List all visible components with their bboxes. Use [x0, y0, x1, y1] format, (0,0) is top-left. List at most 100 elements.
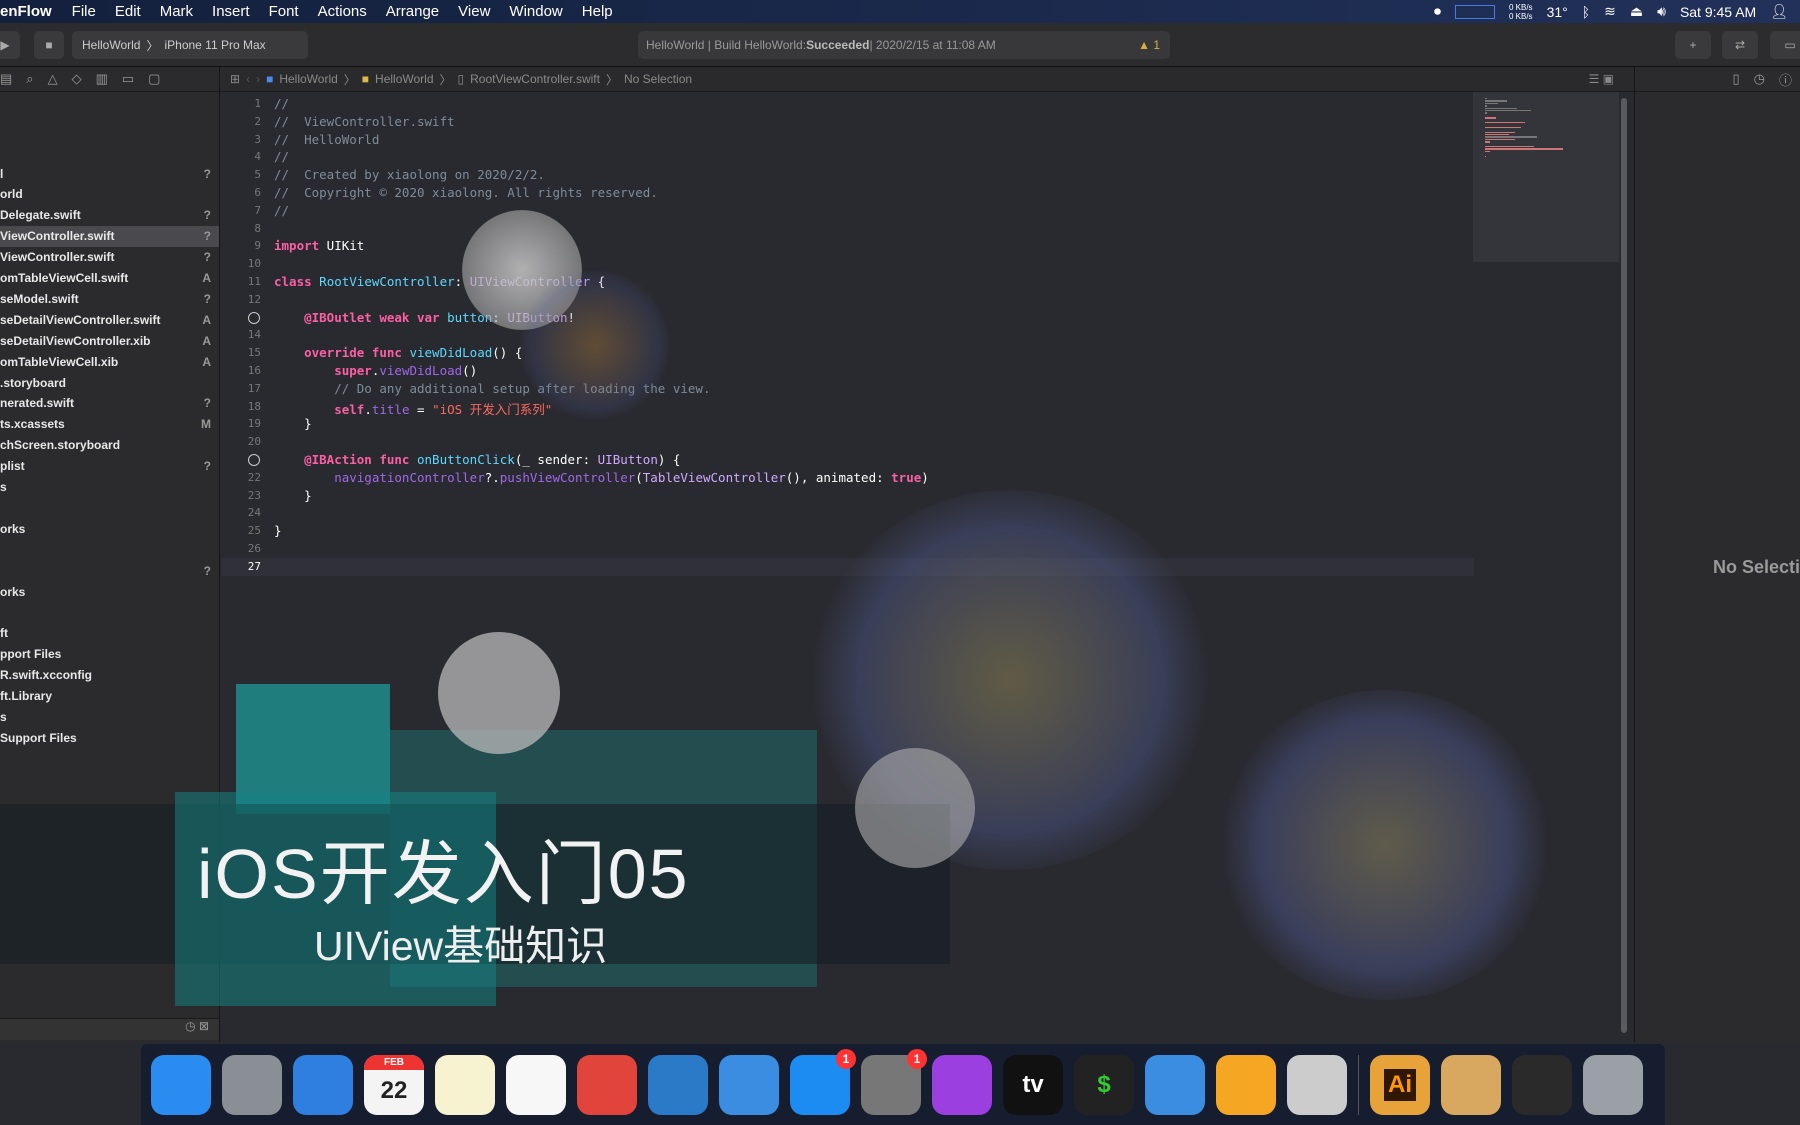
finder-icon[interactable] [151, 1054, 211, 1115]
file-row[interactable]: pport Files [0, 644, 219, 665]
rocket-icon[interactable] [222, 1054, 282, 1115]
menu-view[interactable]: View [458, 3, 490, 20]
trash-icon[interactable] [1583, 1054, 1643, 1115]
stop-button[interactable]: ■ [34, 31, 64, 59]
vscode-icon[interactable] [648, 1054, 708, 1115]
run-button[interactable]: ▶ [0, 31, 20, 59]
forward-icon[interactable]: › [256, 72, 260, 86]
file-row[interactable]: ts.xcassets M [0, 414, 219, 435]
menu-edit[interactable]: Edit [115, 3, 141, 20]
file-row[interactable] [0, 602, 219, 623]
breadcrumb-item[interactable]: HelloWorld [375, 72, 433, 86]
file-row[interactable]: R.swift.xcconfig [0, 665, 219, 686]
notes-icon[interactable] [435, 1054, 495, 1115]
editor-scrollbar[interactable] [1621, 98, 1627, 1033]
sketch-icon[interactable] [1216, 1054, 1276, 1115]
menu-actions[interactable]: Actions [318, 3, 367, 20]
box-icon[interactable] [1441, 1054, 1501, 1115]
file-row[interactable] [0, 539, 219, 560]
file-row[interactable]: chScreen.storyboard [0, 435, 219, 456]
file-row[interactable]: s [0, 706, 219, 727]
menu-arrange[interactable]: Arrange [386, 3, 439, 20]
outlet-connection-icon[interactable] [248, 454, 260, 466]
file-row[interactable]: .storyboard [0, 372, 219, 393]
calendar-icon[interactable]: FEB 22 [364, 1054, 424, 1115]
file-row[interactable]: Delegate.swift? [0, 205, 219, 226]
clock[interactable]: Sat 9:45 AM [1680, 4, 1756, 20]
volume-icon[interactable]: 🔊︎ [1657, 3, 1666, 20]
app-menu[interactable]: enFlow [0, 3, 52, 20]
debug-icon[interactable]: ▥ [96, 71, 108, 87]
navigator-filter-bar[interactable]: ◷ ⊠ [0, 1018, 219, 1040]
eject-icon[interactable]: ⏏ [1630, 3, 1643, 20]
file-row[interactable]: ViewController.swift? [0, 225, 219, 247]
back-icon[interactable]: ‹ [246, 72, 250, 86]
menu-file[interactable]: File [72, 3, 96, 20]
wifi-icon[interactable]: ≋ [1604, 3, 1616, 20]
file-inspector-icon[interactable]: ▯ [1732, 71, 1739, 87]
file-row[interactable]: nerated.swift? [0, 393, 219, 414]
scm-status: ? [203, 166, 211, 181]
podcast-icon[interactable] [932, 1054, 992, 1115]
report-icon[interactable]: ▢ [148, 71, 160, 87]
line-number: 15 [247, 346, 261, 360]
file-row[interactable]: omTableViewCell.swift A [0, 268, 219, 289]
file-row[interactable]: omTableViewCell.xib A [0, 351, 219, 372]
file-row[interactable]: l? [0, 163, 219, 184]
minimap[interactable] [1473, 92, 1619, 262]
help-icon[interactable]: ⓘ [1779, 70, 1792, 89]
code-token: @IBAction func [274, 452, 410, 467]
compass-icon[interactable] [293, 1054, 353, 1115]
file-row[interactable]: ft [0, 623, 219, 644]
history-icon[interactable]: ◷ [1754, 71, 1765, 87]
file-row[interactable]: seDetailViewController.swift A [0, 309, 219, 330]
file-row[interactable]: orks [0, 518, 219, 539]
list-icon[interactable] [506, 1054, 566, 1115]
warning-icon[interactable]: △ [48, 71, 58, 87]
code-window-icon[interactable] [1512, 1054, 1572, 1115]
tv-icon[interactable]: tv [1003, 1054, 1063, 1115]
appstore-icon[interactable]: 1 [790, 1048, 856, 1115]
search-icon[interactable]: ⌕ [26, 71, 33, 87]
file-row[interactable]: orld [0, 184, 219, 205]
file-row[interactable]: ViewController.swift? [0, 247, 219, 268]
illustrator-icon[interactable]: Ai [1370, 1054, 1430, 1115]
menu-mark[interactable]: Mark [160, 3, 193, 20]
breadcrumb-item[interactable]: HelloWorld [279, 72, 337, 86]
file-row[interactable]: ft.Library [0, 686, 219, 707]
editor-options-icon[interactable]: ☰ ▣ [1589, 72, 1614, 86]
file-row[interactable]: s [0, 477, 219, 498]
folder-icon[interactable]: ▤ [0, 71, 12, 87]
screen-record-icon[interactable]: ⏺ [1434, 3, 1441, 20]
file-row[interactable]: seModel.swift? [0, 288, 219, 309]
film-icon[interactable] [1287, 1054, 1347, 1115]
chrome-icon[interactable] [577, 1054, 637, 1115]
menu-window[interactable]: Window [509, 3, 562, 20]
grid-icon[interactable]: ⊞ [230, 72, 240, 86]
breadcrumb-item[interactable]: RootViewController.swift [470, 72, 600, 86]
file-row[interactable]: ? [0, 560, 219, 581]
menu-insert[interactable]: Insert [212, 3, 250, 20]
test-icon[interactable]: ◇ [72, 71, 82, 87]
warning-badge[interactable]: ▲ 1 [1138, 38, 1160, 52]
terminal-icon[interactable]: $ [1074, 1054, 1134, 1115]
user-icon[interactable]: 👤︎ [1770, 3, 1788, 20]
bluetooth-icon[interactable]: ᛒ [1582, 4, 1590, 20]
menu-font[interactable]: Font [269, 3, 299, 20]
simulator-icon[interactable] [1145, 1054, 1205, 1115]
file-row[interactable] [0, 497, 219, 518]
breakpoint-icon[interactable]: ▭ [122, 71, 134, 87]
file-row[interactable]: plist? [0, 456, 219, 477]
code-review-button[interactable]: ⇄ [1722, 31, 1758, 59]
breadcrumb-item[interactable]: No Selection [624, 72, 692, 86]
file-row[interactable]: Support Files [0, 727, 219, 748]
panel-toggle-button[interactable]: ▭ [1770, 31, 1800, 59]
scheme-selector[interactable]: HelloWorld 〉 iPhone 11 Pro Max [72, 31, 308, 59]
gear-icon[interactable]: 1 [861, 1048, 927, 1115]
library-button[interactable]: + [1675, 31, 1711, 59]
hammer-icon[interactable] [719, 1054, 779, 1115]
file-row[interactable]: orks [0, 581, 219, 602]
file-row[interactable]: seDetailViewController.xib A [0, 330, 219, 351]
outlet-connection-icon[interactable] [248, 311, 260, 324]
menu-help[interactable]: Help [582, 3, 613, 20]
